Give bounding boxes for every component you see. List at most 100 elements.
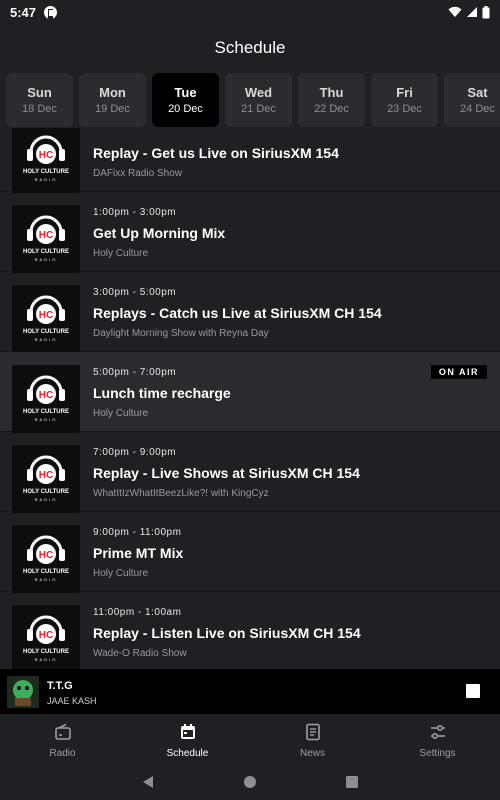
show-logo: HC HOLY CULTURE RADIO [12, 605, 80, 669]
show-host: WhatItIzWhatItBeezLike?! with KingCyz [93, 488, 269, 499]
album-art-icon [7, 676, 39, 708]
schedule-row[interactable]: HC HOLY CULTURE RADIO Replay - Get us Live … [0, 128, 500, 193]
schedule-row[interactable]: HC HOLY CULTURE RADIO 7:00pm - 9:00pm Replay… [0, 432, 500, 513]
on-air-badge: ON AIR [430, 365, 487, 379]
day-tab-date: 20 Dec [168, 103, 203, 115]
signal-icon [467, 7, 477, 17]
status-bar: 5:47 [0, 0, 500, 24]
show-logo: HC HOLY CULTURE RADIO [12, 445, 80, 513]
show-title: Replay - Live Shows at SiriusXM CH 154 [93, 465, 360, 481]
mini-player[interactable]: T.T.G JAAE KASH [0, 669, 500, 714]
wifi-icon [448, 6, 462, 17]
svg-text:HC: HC [39, 550, 53, 561]
svg-text:HOLY CULTURE: HOLY CULTURE [23, 329, 69, 335]
show-time: 9:00pm - 11:00pm [93, 527, 182, 538]
show-title: Replays - Catch us Live at SiriusXM CH 1… [93, 305, 382, 321]
now-playing-title: T.T.G [47, 680, 73, 692]
back-icon[interactable] [141, 775, 155, 789]
svg-text:HOLY CULTURE: HOLY CULTURE [23, 569, 69, 575]
show-title: Prime MT Mix [93, 545, 184, 561]
stop-button[interactable] [466, 684, 480, 698]
day-tab-date: 19 Dec [95, 103, 130, 115]
day-tab-mon[interactable]: Mon 19 Dec [79, 73, 146, 127]
day-tab-bar: Sun 18 Dec Mon 19 Dec Tue 20 Dec Wed 21 Dec Thu 2… [6, 73, 500, 127]
schedule-row[interactable]: HC HOLY CULTURE RADIO 11:00pm - 1:00am Repla… [0, 592, 500, 669]
bottom-nav: Radio Schedule News Settings [0, 714, 500, 764]
page-title: Schedule [214, 38, 286, 57]
svg-text:HOLY CULTURE: HOLY CULTURE [23, 409, 69, 415]
day-tab-name: Tue [174, 85, 197, 100]
svg-text:RADIO: RADIO [35, 337, 58, 342]
show-logo: HC HOLY CULTURE RADIO [12, 128, 80, 193]
nav-schedule[interactable]: Schedule [125, 714, 250, 764]
show-logo: HC HOLY CULTURE RADIO [12, 205, 80, 273]
app-screen: 5:47 Schedule Sun 18 Dec Mon 19 Dec Tue 20 De… [0, 0, 500, 800]
show-host: Daylight Morning Show with Reyna Day [93, 328, 269, 339]
holy-culture-radio-logo: HC HOLY CULTURE RADIO [12, 285, 80, 353]
day-tab-fri[interactable]: Fri 23 Dec [371, 73, 438, 127]
holy-culture-radio-logo: HC HOLY CULTURE RADIO [12, 525, 80, 593]
svg-text:HC: HC [39, 310, 53, 321]
status-time: 5:47 [10, 4, 37, 20]
day-tab-date: 21 Dec [241, 103, 276, 115]
show-logo: HC HOLY CULTURE RADIO [12, 365, 80, 433]
nav-settings[interactable]: Settings [375, 714, 500, 764]
show-host: Holy Culture [93, 248, 149, 259]
schedule-row[interactable]: HC HOLY CULTURE RADIO 5:00pm - 7:00pm Lunch … [0, 352, 500, 433]
day-tab-thu[interactable]: Thu 22 Dec [298, 73, 365, 127]
app-notification-icon [44, 5, 58, 19]
show-host: Holy Culture [93, 568, 149, 579]
home-icon[interactable] [243, 775, 257, 789]
day-tab-name: Thu [319, 85, 344, 100]
nav-label-settings: Settings [419, 748, 456, 759]
day-tab-date: 24 Dec [460, 103, 495, 115]
show-host: DAFixx Radio Show [93, 168, 182, 179]
nav-label-radio: Radio [49, 748, 76, 759]
svg-text:RADIO: RADIO [35, 657, 58, 662]
status-icons [448, 5, 490, 19]
day-tab-sun[interactable]: Sun 18 Dec [6, 73, 73, 127]
schedule-row[interactable]: HC HOLY CULTURE RADIO 9:00pm - 11:00pm Prime… [0, 512, 500, 593]
nav-radio[interactable]: Radio [0, 714, 125, 764]
nav-label-news: News [299, 748, 325, 759]
day-tab-name: Fri [396, 85, 413, 100]
svg-text:HOLY CULTURE: HOLY CULTURE [23, 489, 69, 495]
day-tab-tue[interactable]: Tue 20 Dec [152, 73, 219, 127]
svg-text:HOLY CULTURE: HOLY CULTURE [23, 249, 69, 255]
svg-text:HC: HC [39, 230, 53, 241]
svg-text:RADIO: RADIO [35, 177, 58, 182]
system-nav-bar [0, 764, 500, 800]
day-tab-sat[interactable]: Sat 24 Dec [444, 73, 500, 127]
svg-text:HC: HC [39, 470, 53, 481]
schedule-row[interactable]: HC HOLY CULTURE RADIO 1:00pm - 3:00pm Get Up… [0, 192, 500, 273]
day-tab-name: Sun [27, 85, 52, 100]
svg-text:RADIO: RADIO [35, 417, 58, 422]
holy-culture-radio-logo: HC HOLY CULTURE RADIO [12, 445, 80, 513]
show-time: 7:00pm - 9:00pm [93, 447, 177, 458]
nav-label-schedule: Schedule [166, 748, 209, 759]
nav-news[interactable]: News [250, 714, 375, 764]
holy-culture-radio-logo: HC HOLY CULTURE RADIO [12, 365, 80, 433]
svg-text:HOLY CULTURE: HOLY CULTURE [23, 649, 69, 655]
show-title: Get Up Morning Mix [93, 225, 226, 241]
day-tab-date: 23 Dec [387, 103, 422, 115]
holy-culture-radio-logo: HC HOLY CULTURE RADIO [12, 205, 80, 273]
battery-icon [482, 5, 490, 18]
svg-text:RADIO: RADIO [35, 577, 58, 582]
day-tab-name: Wed [244, 85, 273, 100]
svg-text:HC: HC [39, 630, 53, 641]
svg-text:HC: HC [39, 150, 53, 161]
svg-text:HOLY CULTURE: HOLY CULTURE [23, 169, 69, 175]
recents-icon[interactable] [345, 775, 359, 789]
show-time: 3:00pm - 5:00pm [93, 287, 177, 298]
show-time: 1:00pm - 3:00pm [93, 207, 177, 218]
svg-text:RADIO: RADIO [35, 257, 58, 262]
schedule-row[interactable]: HC HOLY CULTURE RADIO 3:00pm - 5:00pm Replay… [0, 272, 500, 353]
holy-culture-radio-logo: HC HOLY CULTURE RADIO [12, 128, 80, 193]
sliders-icon [430, 724, 445, 740]
holy-culture-radio-logo: HC HOLY CULTURE RADIO [12, 605, 80, 669]
radio-icon [54, 723, 71, 740]
day-tab-wed[interactable]: Wed 21 Dec [225, 73, 292, 127]
show-title: Replay - Get us Live on SiriusXM 154 [93, 145, 339, 161]
schedule-list[interactable]: HC HOLY CULTURE RADIO Replay - Get us Live … [0, 128, 500, 669]
